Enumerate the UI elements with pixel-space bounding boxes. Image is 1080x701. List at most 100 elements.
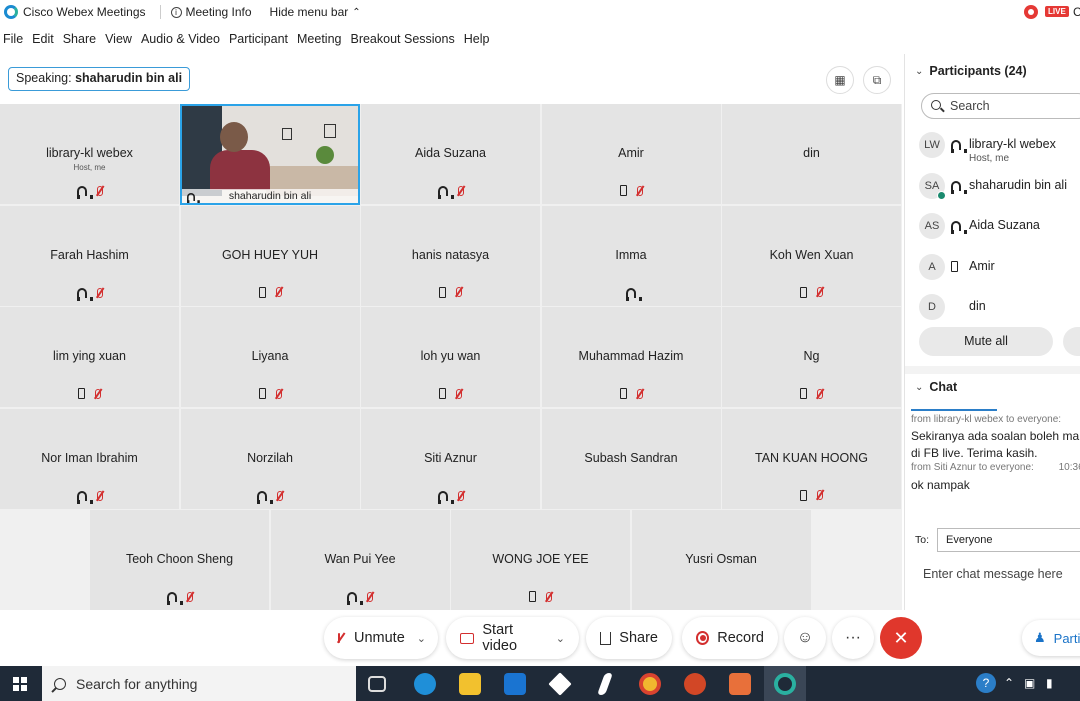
battery-icon[interactable]: ▮	[1046, 676, 1053, 690]
participant-row-shaharudin-bin-ali[interactable]: SA shaharudin bin ali	[919, 172, 1067, 213]
network-icon[interactable]: ▣	[1024, 676, 1035, 690]
participant-row-library-kl-webex[interactable]: LW library-kl webex Host, me	[919, 132, 1056, 172]
video-status-icon	[937, 190, 946, 200]
participant-tile-wan-pui-yee[interactable]: Wan Pui Yee	[270, 510, 450, 610]
participant-row-aida-suzana[interactable]: AS Aida Suzana	[919, 213, 1040, 253]
participant-grid: library-kl webex Host, me Aida Suzana Amir d…	[0, 104, 902, 610]
mic-muted-icon	[817, 287, 823, 297]
participant-tile-liyana[interactable]: Liyana	[180, 307, 360, 407]
powerpoint-icon[interactable]	[684, 673, 706, 695]
taskbar-search-box[interactable]: Search for anything	[42, 666, 356, 701]
video-tile-shaharudin[interactable]: shaharudin bin ali	[180, 104, 360, 205]
mail-icon[interactable]	[504, 673, 526, 695]
menu-breakout-sessions[interactable]: Breakout Sessions	[350, 32, 454, 46]
headset-icon	[257, 490, 273, 504]
record-button[interactable]: Record	[682, 617, 778, 659]
unmute-all-button[interactable]	[1063, 327, 1080, 356]
meeting-info-button[interactable]: i Meeting Info	[170, 5, 252, 19]
participant-tile-loh-yu-wan[interactable]: loh yu wan	[361, 307, 540, 407]
mic-muted-icon	[338, 633, 340, 643]
participant-search-input[interactable]: Search	[921, 93, 1080, 119]
menu-audio-video[interactable]: Audio & Video	[141, 32, 220, 46]
participant-status-icons	[257, 490, 283, 504]
mute-all-button[interactable]: Mute all	[919, 327, 1053, 356]
participant-tile-din[interactable]: din	[722, 104, 901, 204]
mic-muted-icon	[95, 388, 101, 399]
headset-icon	[951, 140, 967, 153]
webex-taskbar-icon[interactable]	[774, 673, 796, 695]
chevron-down-icon[interactable]: ⌄	[556, 632, 565, 645]
chevron-down-icon[interactable]: ⌄	[417, 632, 426, 645]
title-overflow-text: C	[1073, 5, 1080, 19]
search-icon	[931, 100, 941, 110]
device-slot	[951, 260, 965, 275]
active-speaker-label: Speaking: shaharudin bin ali	[8, 67, 191, 91]
unmute-button[interactable]: Unmute ⌄	[324, 617, 438, 659]
dropbox-icon[interactable]	[548, 672, 572, 696]
chat-recipient-select[interactable]: Everyone	[937, 528, 1080, 552]
reactions-button[interactable]: ☺	[784, 617, 826, 659]
participant-tile-teoh-choon-sheng[interactable]: Teoh Choon Sheng	[90, 510, 269, 610]
presentation-app-icon[interactable]	[729, 673, 751, 695]
start-button[interactable]	[0, 666, 40, 701]
menu-participant[interactable]: Participant	[229, 32, 288, 46]
more-options-button[interactable]: ···	[832, 617, 874, 659]
avatar-initials: AS	[924, 220, 940, 232]
file-explorer-icon[interactable]	[459, 673, 481, 695]
task-view-icon[interactable]	[368, 676, 386, 692]
chat-panel-header[interactable]: ⌄ Chat	[915, 380, 957, 394]
participant-tile-koh-wen-xuan[interactable]: Koh Wen Xuan	[722, 205, 901, 306]
participant-tile-lim-ying-xuan[interactable]: lim ying xuan	[0, 307, 179, 407]
participant-row-amir[interactable]: A Amir	[919, 253, 995, 294]
menu-help[interactable]: Help	[464, 32, 490, 46]
share-button[interactable]: Share	[586, 617, 672, 659]
headset-icon	[76, 186, 93, 199]
participant-tile-goh-huey-yuh[interactable]: GOH HUEY YUH	[180, 205, 360, 306]
participant-tile-norzilah[interactable]: Norzilah	[180, 408, 360, 509]
start-video-button[interactable]: Start video ⌄	[446, 617, 579, 659]
smiley-icon: ☺	[796, 629, 814, 646]
menu-view[interactable]: View	[105, 32, 132, 46]
hide-menu-bar-button[interactable]: Hide menu bar ⌃	[270, 5, 361, 19]
participant-tile-yusri-osman[interactable]: Yusri Osman	[631, 510, 811, 610]
participant-tile-hanis-natasya[interactable]: hanis natasya	[361, 205, 540, 306]
participants-toggle-button[interactable]: ♟ Parti	[1022, 620, 1080, 656]
phone-icon	[800, 286, 807, 298]
chrome-icon[interactable]	[639, 673, 661, 695]
edge-icon[interactable]	[414, 673, 436, 695]
participant-name: Farah Hashim	[50, 247, 129, 262]
menu-file[interactable]: File	[3, 32, 23, 46]
info-icon: i	[170, 6, 182, 18]
help-tray-icon[interactable]: ?	[976, 673, 996, 693]
chat-message-input[interactable]: Enter chat message here	[923, 567, 1063, 581]
mic-muted-icon	[457, 186, 464, 196]
menu-meeting[interactable]: Meeting	[297, 32, 341, 46]
participant-tile-farah-hashim[interactable]: Farah Hashim	[0, 205, 179, 306]
menu-edit[interactable]: Edit	[32, 32, 54, 46]
headset-icon	[437, 186, 454, 199]
meeting-info-label: Meeting Info	[185, 5, 252, 19]
participant-tile-aida-suzana[interactable]: Aida Suzana	[361, 104, 540, 204]
participant-tile-ng[interactable]: Ng	[722, 307, 901, 407]
headset-icon	[76, 287, 93, 301]
mic-muted-icon	[817, 388, 823, 399]
participant-tile-amir[interactable]: Amir	[541, 104, 721, 204]
participant-tile-nor-iman-ibrahim[interactable]: Nor Iman Ibrahim	[0, 408, 179, 509]
participant-tile-siti-aznur[interactable]: Siti Aznur	[361, 408, 540, 509]
end-meeting-button[interactable]: ✕	[880, 617, 922, 659]
participant-tile-library-kl-webex[interactable]: library-kl webex Host, me	[0, 104, 179, 204]
grid-layout-button[interactable]: ▦	[826, 66, 854, 94]
chat-to-label: To:	[915, 534, 930, 546]
bolt-app-icon[interactable]	[596, 673, 614, 695]
menu-share[interactable]: Share	[63, 32, 96, 46]
participants-panel-header[interactable]: ⌄ Participants (24)	[915, 64, 1027, 78]
pop-out-button[interactable]: ⧉	[863, 66, 891, 94]
participant-tile-wong-joe-yee[interactable]: WONG JOE YEE	[451, 510, 630, 610]
video-person-body	[210, 150, 270, 190]
participant-tile-imma[interactable]: Imma	[541, 205, 721, 306]
search-placeholder: Search	[950, 99, 990, 113]
participant-tile-tan-kuan-hoong[interactable]: TAN KUAN HOONG	[722, 408, 901, 509]
chevron-up-icon[interactable]: ⌃	[1004, 676, 1014, 690]
participant-tile-subash-sandran[interactable]: Subash Sandran	[541, 408, 721, 509]
participant-tile-muhammad-hazim[interactable]: Muhammad Hazim	[541, 307, 721, 407]
